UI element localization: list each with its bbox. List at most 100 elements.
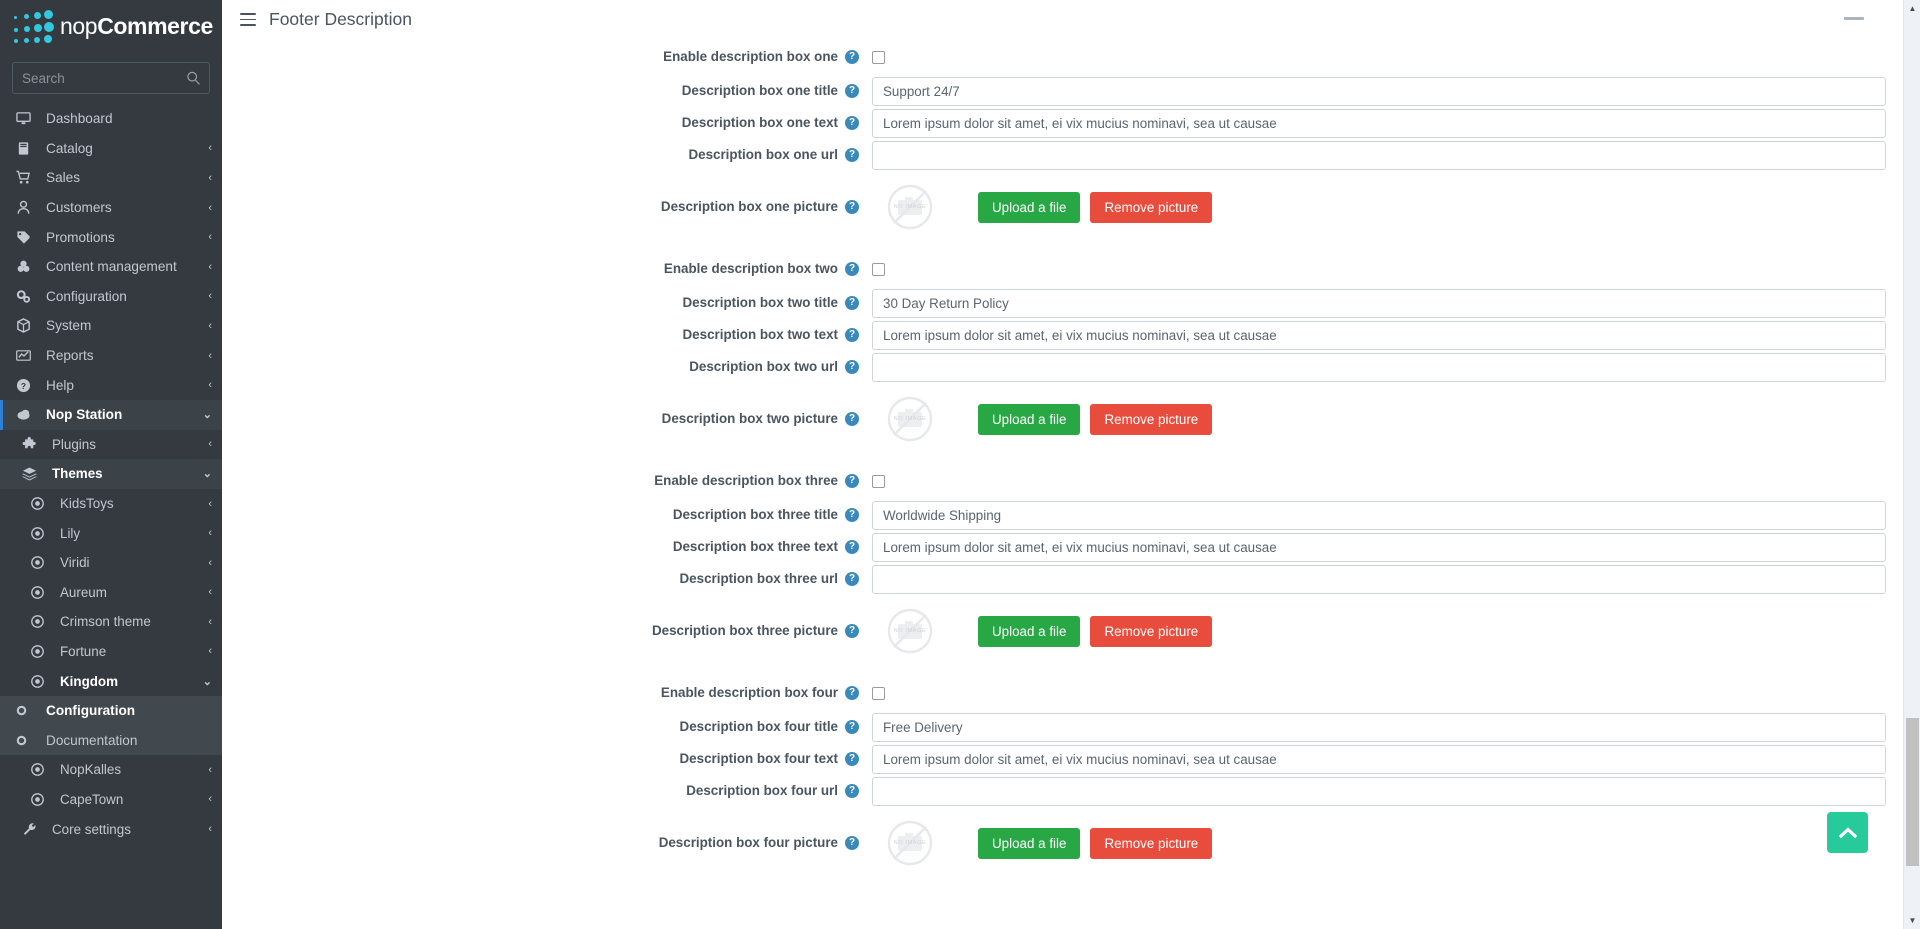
search-input[interactable] — [13, 63, 209, 93]
sidebar-item-help[interactable]: ? Help ‹ — [0, 370, 222, 400]
sidebar-item-documentation[interactable]: Documentation — [0, 725, 222, 756]
upload-a-file-button[interactable]: Upload a file — [978, 403, 1081, 435]
remove-picture-button[interactable]: Remove picture — [1090, 191, 1213, 223]
sidebar-item-label: Viridi — [60, 555, 90, 571]
enable-checkbox[interactable] — [872, 50, 885, 64]
row-enable: Enable description box three ? — [222, 463, 1920, 499]
sidebar-item-configuration[interactable]: Configuration ‹ — [0, 282, 222, 312]
sidebar-item-kingdom[interactable]: Kingdom ⌄ — [0, 666, 222, 696]
brand-header[interactable]: nopCommerce — [0, 0, 222, 52]
hamburger-icon[interactable] — [240, 13, 256, 26]
label-picture: Description box four picture ? — [222, 835, 872, 851]
sidebar-item-dashboard[interactable]: Dashboard — [0, 104, 222, 134]
title-input[interactable] — [872, 76, 1886, 106]
content-scroll-area[interactable]: Enable description box one ? Description… — [222, 39, 1920, 929]
scroll-to-top-button[interactable] — [1827, 812, 1868, 853]
title-input[interactable] — [872, 712, 1886, 742]
sidebar-item-label: Help — [46, 377, 74, 393]
sidebar-item-label: KidsToys — [60, 496, 114, 512]
minimize-icon[interactable] — [1844, 13, 1864, 23]
upload-a-file-button[interactable]: Upload a file — [978, 191, 1081, 223]
sidebar-item-label: Configuration — [46, 288, 127, 304]
sidebar-item-nop-station[interactable]: Nop Station ⌄ — [0, 399, 222, 430]
sidebar-item-label: Promotions — [46, 229, 115, 245]
help-icon[interactable]: ? — [845, 571, 859, 586]
url-input[interactable] — [872, 352, 1886, 382]
help-icon[interactable]: ? — [845, 83, 859, 98]
sidebar-item-aureum[interactable]: Aureum ‹ — [0, 578, 222, 608]
sidebar-item-sales[interactable]: Sales ‹ — [0, 163, 222, 193]
sidebar-item-catalog[interactable]: Catalog ‹ — [0, 134, 222, 164]
help-icon[interactable]: ? — [845, 835, 859, 850]
remove-picture-button[interactable]: Remove picture — [1090, 403, 1213, 435]
url-input[interactable] — [872, 776, 1886, 806]
row-text: Description box one text ? — [222, 107, 1920, 139]
enable-checkbox[interactable] — [872, 686, 885, 700]
sidebar-item-reports[interactable]: Reports ‹ — [0, 341, 222, 371]
control-enable — [872, 50, 1920, 64]
sidebar-item-fortune[interactable]: Fortune ‹ — [0, 637, 222, 667]
search-icon[interactable] — [186, 71, 201, 86]
upload-a-file-button[interactable]: Upload a file — [978, 615, 1081, 647]
help-icon[interactable]: ? — [845, 783, 859, 798]
sidebar-item-viridi[interactable]: Viridi ‹ — [0, 548, 222, 578]
sidebar-item-configuration[interactable]: Configuration — [0, 695, 222, 726]
help-icon[interactable]: ? — [845, 411, 859, 426]
enable-checkbox[interactable] — [872, 262, 885, 276]
scrollbar-down-arrow[interactable]: ▼ — [1904, 912, 1920, 929]
text-input[interactable] — [872, 532, 1886, 562]
row-picture: Description box one picture ? NO IMAGE U… — [222, 171, 1920, 243]
monitor-icon — [16, 111, 38, 126]
help-icon[interactable]: ? — [845, 473, 859, 488]
help-icon[interactable]: ? — [845, 507, 859, 522]
help-icon[interactable]: ? — [845, 295, 859, 310]
sidebar-item-themes[interactable]: Themes ⌄ — [0, 459, 222, 489]
help-icon[interactable]: ? — [845, 359, 859, 374]
help-icon[interactable]: ? — [845, 719, 859, 734]
title-input[interactable] — [872, 500, 1886, 530]
sidebar-item-plugins[interactable]: Plugins ‹ — [0, 430, 222, 460]
help-icon[interactable]: ? — [845, 751, 859, 766]
url-input[interactable] — [872, 140, 1886, 170]
brand-text: nopCommerce — [60, 14, 213, 38]
text-input[interactable] — [872, 108, 1886, 138]
label-text: Description box two title — [682, 294, 839, 310]
sidebar-item-customers[interactable]: Customers ‹ — [0, 193, 222, 223]
scrollbar-thumb[interactable] — [1906, 718, 1919, 866]
radio-icon — [30, 585, 52, 600]
sidebar-item-content-management[interactable]: Content management ‹ — [0, 252, 222, 282]
sidebar-item-crimson-theme[interactable]: Crimson theme ‹ — [0, 607, 222, 637]
remove-picture-button[interactable]: Remove picture — [1090, 615, 1213, 647]
page-scrollbar[interactable]: ▲ ▼ — [1903, 0, 1920, 929]
description-box-group: Enable description box two ? Description… — [222, 251, 1920, 455]
sidebar-item-system[interactable]: System ‹ — [0, 311, 222, 341]
help-icon[interactable]: ? — [845, 49, 859, 64]
remove-picture-button[interactable]: Remove picture — [1090, 827, 1213, 859]
sidebar-item-core-settings[interactable]: Core settings ‹ — [0, 814, 222, 844]
help-icon[interactable]: ? — [845, 539, 859, 554]
url-input[interactable] — [872, 564, 1886, 594]
text-input[interactable] — [872, 320, 1886, 350]
title-input[interactable] — [872, 288, 1886, 318]
label-text: Enable description box four — [660, 684, 838, 700]
enable-checkbox[interactable] — [872, 474, 885, 488]
help-icon[interactable]: ? — [845, 147, 859, 162]
help-icon[interactable]: ? — [845, 261, 859, 276]
sidebar-item-kidstoys[interactable]: KidsToys ‹ — [0, 489, 222, 519]
help-icon[interactable]: ? — [845, 685, 859, 700]
search-box[interactable] — [12, 62, 210, 94]
help-icon[interactable]: ? — [845, 623, 859, 638]
help-icon[interactable]: ? — [845, 199, 859, 214]
sidebar-item-promotions[interactable]: Promotions ‹ — [0, 222, 222, 252]
scrollbar-up-arrow[interactable]: ▲ — [1904, 0, 1920, 17]
sidebar-item-nopkalles[interactable]: NopKalles ‹ — [0, 755, 222, 785]
sidebar-item-capetown[interactable]: CapeTown ‹ — [0, 785, 222, 815]
sidebar-item-label: Configuration — [46, 703, 136, 719]
upload-a-file-button[interactable]: Upload a file — [978, 827, 1081, 859]
help-icon[interactable]: ? — [845, 327, 859, 342]
chevron-left-icon: ‹ — [208, 793, 212, 806]
text-input[interactable] — [872, 744, 1886, 774]
cart-icon — [16, 170, 38, 185]
sidebar-item-lily[interactable]: Lily ‹ — [0, 518, 222, 548]
help-icon[interactable]: ? — [845, 115, 859, 130]
